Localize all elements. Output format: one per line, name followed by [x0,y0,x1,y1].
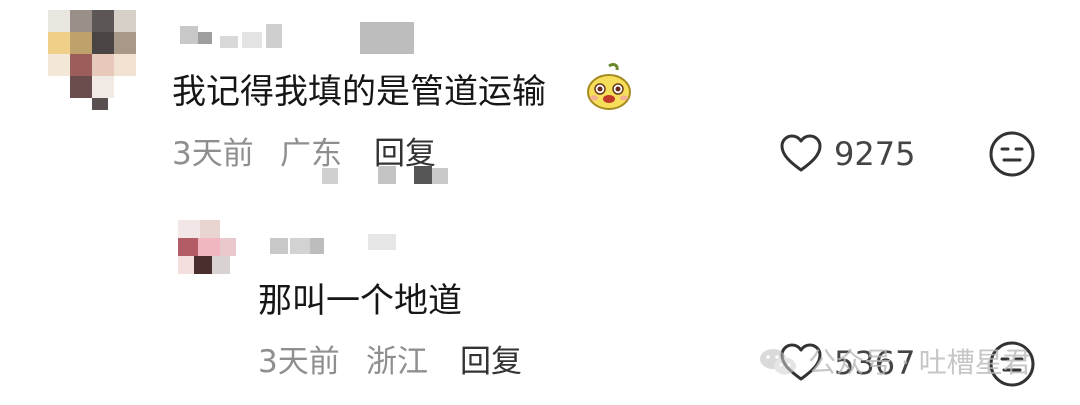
reply-text-content: 那叫一个地道 [258,281,462,321]
mango-face-emoji-icon [584,62,634,112]
wechat-icon [758,346,798,378]
reply-username[interactable] [270,234,410,258]
like-heart-icon[interactable] [778,132,824,174]
reply-location-text: 浙江 [366,344,428,380]
watermark-text-content: 公众号 · 吐槽星君 [808,346,1031,379]
watermark-text: 公众号 · 吐槽星君 [808,346,1031,380]
comment-time: 3天前 [172,136,254,172]
pixelated-overlay [322,166,452,186]
comment-time-text: 3天前 [172,136,254,172]
avatar[interactable] [48,10,138,110]
reply-text: 那叫一个地道 [258,281,462,321]
neutral-face-icon[interactable] [988,130,1036,178]
reply-avatar[interactable] [178,220,242,278]
reply-reply-button[interactable]: 回复 [460,344,522,380]
like-count-text: 9275 [834,135,916,173]
reply-time-text: 3天前 [258,344,340,380]
username[interactable] [180,22,420,56]
reply-location: 浙江 [366,344,428,380]
like-count: 9275 [834,136,915,172]
reply-reply-button-label: 回复 [460,344,522,380]
comment-text-content: 我记得我填的是管道运输 [172,72,546,112]
comment-text: 我记得我填的是管道运输 [172,72,546,112]
reply-time: 3天前 [258,344,340,380]
